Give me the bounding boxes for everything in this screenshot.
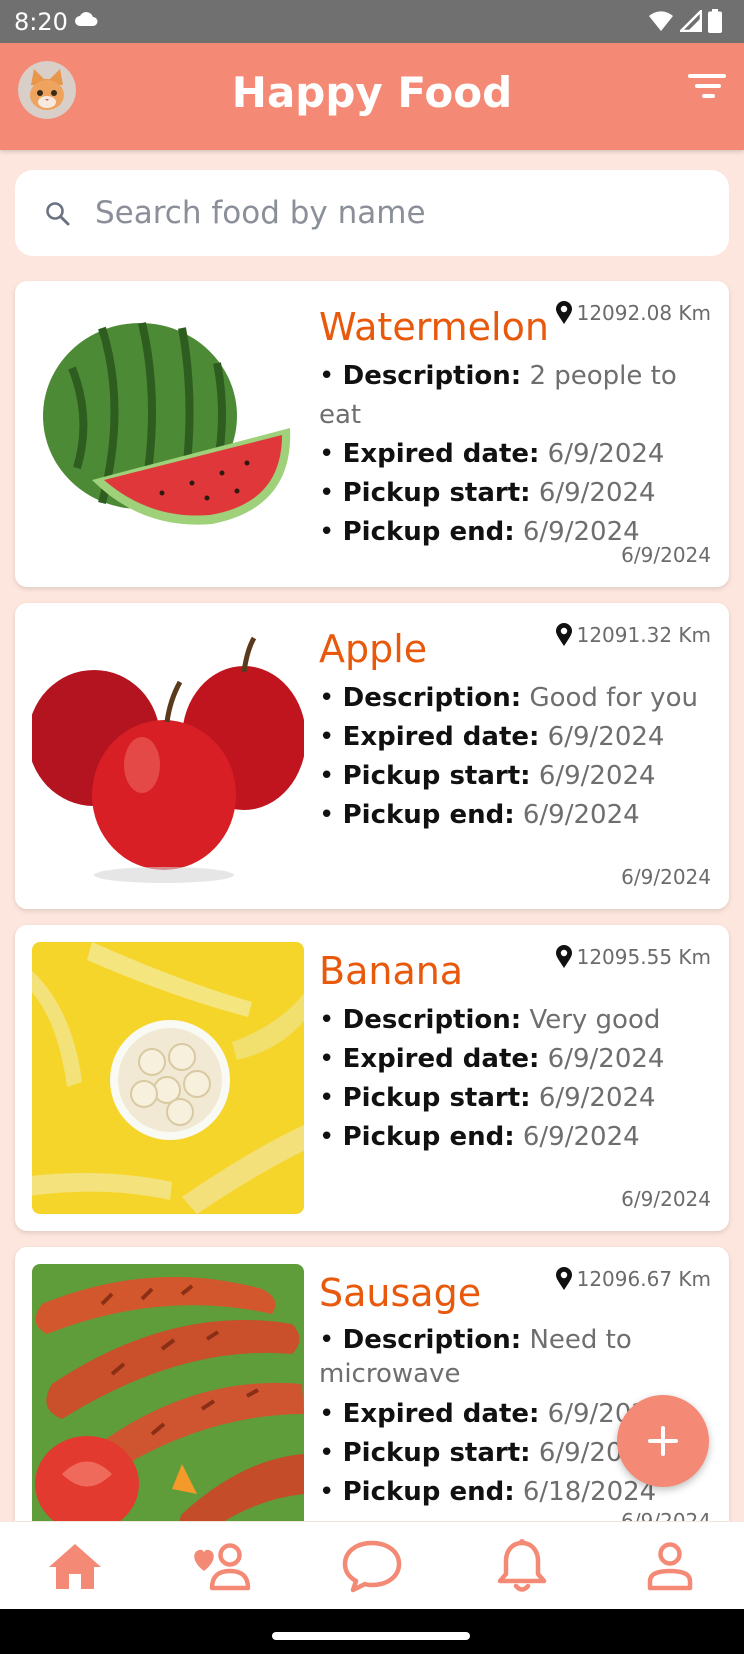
- pickup-end-label: Pickup end:: [342, 517, 515, 547]
- distance: 12095.55 Km: [555, 945, 711, 969]
- location-pin-icon: [555, 301, 572, 324]
- distance-value: 12091.32 Km: [576, 623, 711, 647]
- profile-icon: [647, 1542, 693, 1591]
- pickup-start-value: 6/9/2024: [538, 761, 656, 791]
- pickup-start-row: • Pickup start: 6/9/2024: [319, 761, 656, 791]
- pickup-start-label: Pickup start:: [342, 1083, 531, 1113]
- pickup-start-value: 6/9/2024: [538, 1083, 656, 1113]
- food-image-banana: [32, 942, 304, 1214]
- expired-date-row: • Expired date: 6/9/2024: [319, 722, 665, 752]
- posted-date: 6/9/2024: [621, 543, 711, 567]
- pickup-start-label: Pickup start:: [342, 478, 531, 508]
- pickup-end-row: • Pickup end: 6/9/2024: [319, 1122, 640, 1152]
- pickup-end-value: 6/9/2024: [522, 1122, 640, 1152]
- food-image-watermelon: [32, 298, 304, 570]
- notification-icon: [497, 1539, 547, 1592]
- description-value: Very good: [529, 1005, 661, 1035]
- expired-date-value: 6/9/2024: [547, 722, 665, 752]
- food-details: • Description: Good for you • Expired da…: [319, 679, 714, 835]
- description-row: • Description: Need to microwave: [319, 1325, 632, 1389]
- food-name: Banana: [319, 949, 464, 993]
- distance-value: 12092.08 Km: [576, 301, 711, 325]
- description-label: Description:: [342, 1325, 522, 1355]
- nav-notifications[interactable]: [490, 1536, 554, 1596]
- pickup-end-label: Pickup end:: [342, 1477, 515, 1507]
- status-time: 8:20: [14, 8, 68, 36]
- food-name: Watermelon: [319, 305, 549, 349]
- food-details: • Description: 2 people to eat • Expired…: [319, 357, 714, 552]
- location-pin-icon: [555, 1267, 572, 1290]
- pickup-start-label: Pickup start:: [342, 1438, 531, 1468]
- plus-icon: [648, 1426, 678, 1456]
- posted-date: 6/9/2024: [621, 1187, 711, 1211]
- expired-date-label: Expired date:: [342, 1399, 540, 1429]
- filter-button[interactable]: [686, 69, 728, 105]
- food-card-apple[interactable]: Apple 12091.32 Km • Description: Good fo…: [15, 603, 729, 909]
- expired-date-value: 6/9/2024: [547, 439, 665, 469]
- food-image-sausage: [32, 1264, 304, 1521]
- wifi-icon: [648, 10, 674, 37]
- distance-value: 12095.55 Km: [576, 945, 711, 969]
- app-title: Happy Food: [231, 68, 513, 117]
- nav-profile[interactable]: [638, 1536, 702, 1596]
- distance: 12091.32 Km: [555, 623, 711, 647]
- description-label: Description:: [342, 1005, 522, 1035]
- food-image-apple: [32, 620, 304, 892]
- description-label: Description:: [342, 683, 522, 713]
- description-row: • Description: 2 people to eat: [319, 361, 677, 430]
- search-bar: [15, 170, 729, 256]
- description-row: • Description: Very good: [319, 1005, 661, 1035]
- pickup-start-label: Pickup start:: [342, 761, 531, 791]
- home-gesture-handle[interactable]: [272, 1632, 470, 1640]
- description-row: • Description: Good for you: [319, 683, 698, 713]
- nav-favorites[interactable]: [190, 1536, 254, 1596]
- location-pin-icon: [555, 623, 572, 646]
- food-name: Sausage: [319, 1271, 482, 1315]
- expired-date-label: Expired date:: [342, 439, 540, 469]
- chat-icon: [342, 1540, 402, 1593]
- expired-date-label: Expired date:: [342, 722, 540, 752]
- food-name: Apple: [319, 627, 428, 671]
- search-icon: [45, 201, 71, 232]
- cloud-icon: [74, 10, 98, 33]
- expired-date-value: 6/9/2024: [547, 1044, 665, 1074]
- distance: 12096.67 Km: [555, 1267, 711, 1291]
- status-icons: [648, 7, 722, 38]
- expired-date-row: • Expired date: 6/9/2024: [319, 1044, 665, 1074]
- description-value: Good for you: [529, 683, 698, 713]
- battery-icon: [708, 9, 722, 38]
- expired-date-label: Expired date:: [342, 1044, 540, 1074]
- location-pin-icon: [555, 945, 572, 968]
- food-card-watermelon[interactable]: Watermelon 12092.08 Km • Description: 2 …: [15, 281, 729, 587]
- distance: 12092.08 Km: [555, 301, 711, 325]
- signal-icon: [677, 7, 703, 37]
- posted-date: 6/9/2024: [621, 865, 711, 889]
- search-input[interactable]: [95, 188, 695, 238]
- pickup-end-label: Pickup end:: [342, 1122, 515, 1152]
- filter-icon: [688, 74, 726, 98]
- expired-date-row: • Expired date: 6/9/2024: [319, 439, 665, 469]
- posted-date: 6/9/2024: [621, 1509, 711, 1521]
- nav-chat[interactable]: [340, 1536, 404, 1596]
- status-bar: 8:20: [0, 0, 744, 43]
- home-icon: [49, 1544, 101, 1589]
- pickup-start-value: 6/9/2024: [538, 478, 656, 508]
- description-label: Description:: [342, 361, 522, 391]
- pickup-end-row: • Pickup end: 6/9/2024: [319, 800, 640, 830]
- distance-value: 12096.67 Km: [576, 1267, 711, 1291]
- pickup-start-row: • Pickup start: 6/9/2024: [319, 1083, 656, 1113]
- pickup-start-row: • Pickup start: 6/9/2024: [319, 478, 656, 508]
- food-card-banana[interactable]: Banana 12095.55 Km • Description: Very g…: [15, 925, 729, 1231]
- pickup-end-label: Pickup end:: [342, 800, 515, 830]
- system-gesture-bar: [0, 1609, 744, 1654]
- add-food-button[interactable]: [617, 1395, 709, 1487]
- app-bar: Happy Food: [0, 43, 744, 150]
- pickup-end-value: 6/9/2024: [522, 800, 640, 830]
- favorite-user-icon: [194, 1543, 251, 1591]
- food-details: • Description: Very good • Expired date:…: [319, 1001, 714, 1157]
- nav-home[interactable]: [43, 1536, 107, 1596]
- bottom-nav: [0, 1521, 744, 1609]
